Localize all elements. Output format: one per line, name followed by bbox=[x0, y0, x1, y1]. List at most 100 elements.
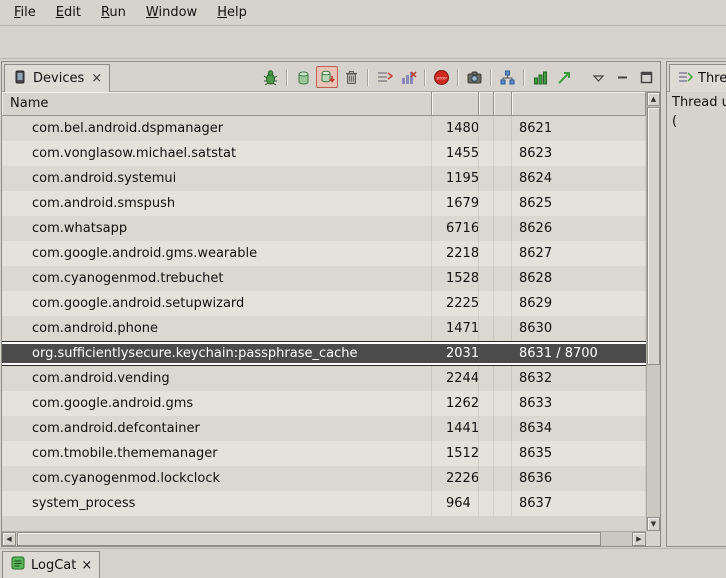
devices-tab-bar: Devices × STOP bbox=[2, 62, 660, 92]
table-row[interactable]: com.android.phone1471 8630 bbox=[2, 316, 646, 341]
stop-process-icon[interactable]: STOP bbox=[430, 66, 452, 88]
port-cell: 8633 bbox=[512, 391, 646, 416]
scrollbar-corner bbox=[646, 531, 660, 546]
cause-gc-icon[interactable] bbox=[340, 66, 362, 88]
process-name-cell: com.google.android.setupwizard bbox=[2, 291, 432, 316]
process-name-cell: com.android.phone bbox=[2, 316, 432, 341]
process-name-cell: com.android.vending bbox=[2, 366, 432, 391]
devices-toolbar: STOP bbox=[259, 65, 657, 89]
pid-cell: 1480 bbox=[432, 116, 479, 141]
port-cell: 8621 bbox=[512, 116, 646, 141]
table-row[interactable]: com.whatsapp67168626 bbox=[2, 216, 646, 241]
threads-panel: Threads Thread up ( bbox=[666, 61, 726, 547]
pid-cell: 14411 bbox=[432, 416, 479, 441]
menu-item-help[interactable]: Help bbox=[207, 0, 257, 25]
column-header-pid[interactable] bbox=[432, 92, 479, 116]
diagonal-arrow-icon[interactable] bbox=[553, 66, 575, 88]
debug-process-icon[interactable] bbox=[259, 66, 281, 88]
empty-cell bbox=[494, 416, 512, 441]
menu-item-window[interactable]: Window bbox=[136, 0, 207, 25]
device-table-rows: com.bel.android.dspmanager1480 8621com.vo… bbox=[2, 116, 646, 531]
empty-cell bbox=[479, 291, 494, 316]
table-row[interactable]: com.android.defcontainer144118634 bbox=[2, 416, 646, 441]
process-name-cell: com.google.android.gms bbox=[2, 391, 432, 416]
table-row[interactable]: org.sufficientlysecure.keychain:passphra… bbox=[2, 341, 646, 366]
tab-devices[interactable]: Devices × bbox=[4, 64, 110, 92]
empty-cell bbox=[479, 316, 494, 341]
menu-item-file[interactable]: File bbox=[4, 0, 46, 25]
port-cell: 8624 bbox=[512, 166, 646, 191]
vertical-scrollbar[interactable]: ▲ ▼ bbox=[646, 92, 660, 531]
view-menu-chevron-icon[interactable] bbox=[587, 66, 609, 88]
table-row[interactable]: com.vonglasow.michael.satstat145538623 bbox=[2, 141, 646, 166]
column-header-empty[interactable] bbox=[494, 92, 512, 116]
empty-cell bbox=[494, 191, 512, 216]
empty-cell bbox=[494, 391, 512, 416]
port-cell: 8630 bbox=[512, 316, 646, 341]
horizontal-scrollbar[interactable]: ◀ ▶ bbox=[2, 531, 646, 546]
dump-hprof-icon[interactable] bbox=[316, 66, 338, 88]
empty-cell bbox=[479, 266, 494, 291]
empty-cell bbox=[479, 441, 494, 466]
pid-cell: 22265 bbox=[432, 466, 479, 491]
table-row[interactable]: com.google.android.gms.wearable221858627 bbox=[2, 241, 646, 266]
minimize-icon[interactable] bbox=[611, 66, 633, 88]
screen-capture-icon[interactable] bbox=[463, 66, 485, 88]
scroll-down-button[interactable]: ▼ bbox=[647, 517, 660, 531]
update-heap-icon[interactable] bbox=[292, 66, 314, 88]
empty-cell bbox=[479, 366, 494, 391]
table-row[interactable]: com.android.vending224408632 bbox=[2, 366, 646, 391]
empty-cell bbox=[494, 342, 512, 365]
column-header-empty[interactable] bbox=[479, 92, 494, 116]
scroll-right-button[interactable]: ▶ bbox=[632, 532, 646, 546]
table-row[interactable]: com.android.systemui11958624 bbox=[2, 166, 646, 191]
vertical-scrollbar-thumb[interactable] bbox=[647, 107, 660, 365]
table-row[interactable]: com.cyanogenmod.lockclock222658636 bbox=[2, 466, 646, 491]
close-icon[interactable]: × bbox=[89, 71, 102, 86]
table-row[interactable]: com.android.smspush16798625 bbox=[2, 191, 646, 216]
empty-cell bbox=[494, 291, 512, 316]
devices-tab-icon bbox=[12, 69, 28, 89]
process-name-cell: com.android.smspush bbox=[2, 191, 432, 216]
threads-tab-label: Threads bbox=[698, 71, 726, 86]
svg-text:STOP: STOP bbox=[436, 75, 447, 80]
device-table: Name com.bel.android.dspmanager14808621c… bbox=[2, 92, 660, 546]
table-row[interactable]: com.tmobile.thememanager15128635 bbox=[2, 441, 646, 466]
empty-cell bbox=[494, 316, 512, 341]
close-icon[interactable]: × bbox=[81, 558, 92, 573]
scroll-left-button[interactable]: ◀ bbox=[2, 532, 16, 546]
view-hierarchy-icon[interactable] bbox=[496, 66, 518, 88]
empty-cell bbox=[479, 216, 494, 241]
horizontal-scrollbar-thumb[interactable] bbox=[17, 532, 601, 546]
empty-cell bbox=[494, 166, 512, 191]
toolbar-separator bbox=[367, 69, 368, 86]
empty-cell bbox=[479, 391, 494, 416]
pid-cell: 14553 bbox=[432, 141, 479, 166]
pid-cell: 964 bbox=[432, 491, 479, 516]
process-name-cell: com.bel.android.dspmanager bbox=[2, 116, 432, 141]
threads-tab-bar: Threads bbox=[667, 62, 726, 92]
table-row[interactable]: com.google.android.setupwizard222508629 bbox=[2, 291, 646, 316]
menu-item-edit[interactable]: Edit bbox=[46, 0, 91, 25]
table-row[interactable]: com.bel.android.dspmanager1480 8621 bbox=[2, 116, 646, 141]
port-cell: 8631 / 8700 bbox=[512, 342, 646, 365]
method-profiling-icon[interactable] bbox=[397, 66, 419, 88]
column-header-name[interactable]: Name bbox=[2, 92, 432, 116]
empty-cell bbox=[479, 116, 494, 141]
update-threads-icon[interactable] bbox=[373, 66, 395, 88]
port-cell: 8637 bbox=[512, 491, 646, 516]
tab-logcat[interactable]: LogCat × bbox=[2, 551, 100, 578]
menu-item-run[interactable]: Run bbox=[91, 0, 136, 25]
port-cell: 8627 bbox=[512, 241, 646, 266]
table-row[interactable]: com.google.android.gms126238633 bbox=[2, 391, 646, 416]
table-row[interactable]: com.cyanogenmod.trebuchet15288628 bbox=[2, 266, 646, 291]
devices-panel: Devices × STOP Name com.bel.android.dspm… bbox=[1, 61, 661, 547]
tab-threads[interactable]: Threads bbox=[669, 64, 726, 92]
scroll-up-button[interactable]: ▲ bbox=[647, 92, 660, 106]
pid-cell: 1471 bbox=[432, 316, 479, 341]
maximize-icon[interactable] bbox=[635, 66, 657, 88]
port-cell: 8628 bbox=[512, 266, 646, 291]
column-header-port[interactable] bbox=[512, 92, 646, 116]
table-row[interactable]: system_process9648637 bbox=[2, 491, 646, 516]
bar-chart-icon[interactable] bbox=[529, 66, 551, 88]
